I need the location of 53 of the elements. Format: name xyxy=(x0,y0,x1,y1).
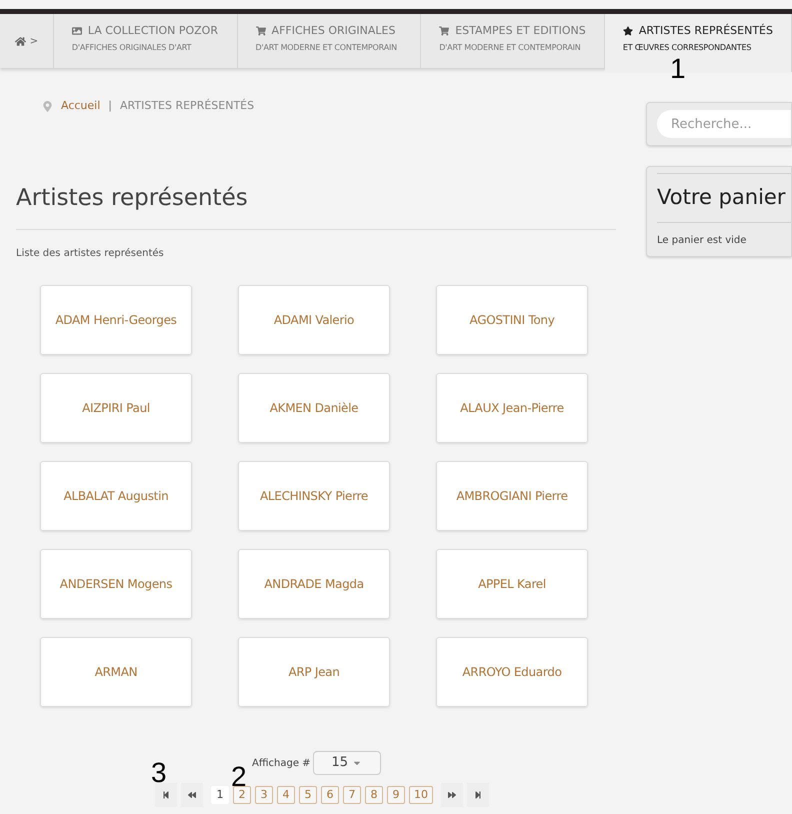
artist-card[interactable]: ALBALAT Augustin xyxy=(40,461,192,531)
location-pin-icon xyxy=(42,100,53,112)
fast-forward-icon xyxy=(448,791,456,799)
rewind-icon xyxy=(188,791,196,799)
artist-card[interactable]: ALAUX Jean-Pierre xyxy=(436,373,588,443)
nav-tab[interactable]: AFFICHES ORIGINALES D'ART MODERNE ET CONTEMPORAIN xyxy=(238,14,422,68)
artist-card[interactable]: ARP Jean xyxy=(238,637,390,707)
first-page-icon xyxy=(162,791,170,799)
search-field[interactable]: Recherche... xyxy=(657,110,791,138)
breadcrumb-current: ARTISTES REPRÉSENTÉS xyxy=(120,98,254,114)
previous-page-button[interactable] xyxy=(181,783,203,807)
first-page-button[interactable] xyxy=(155,783,177,807)
artist-card[interactable]: ALECHINSKY Pierre xyxy=(238,461,390,531)
artist-card[interactable]: AGOSTINI Tony xyxy=(436,285,588,355)
next-page-button[interactable] xyxy=(441,783,463,807)
nav-tab[interactable]: LA COLLECTION POZOR D'AFFICHES ORIGINALES D'ART xyxy=(54,14,238,68)
artist-card[interactable]: ARMAN xyxy=(40,637,192,707)
page-link[interactable]: 7 xyxy=(343,786,361,804)
page-link[interactable]: 10 xyxy=(409,786,433,804)
artist-card[interactable]: ANDRADE Magda xyxy=(238,549,390,619)
page-link[interactable]: 8 xyxy=(365,786,383,804)
page-link[interactable]: 2 xyxy=(233,786,251,804)
page-link[interactable]: 4 xyxy=(277,786,295,804)
page-link[interactable]: 3 xyxy=(255,786,273,804)
cart-icon xyxy=(439,26,450,36)
cart-status: Le panier est vide xyxy=(657,234,748,248)
breadcrumb-separator: | xyxy=(108,98,112,114)
page-link[interactable]: 5 xyxy=(299,786,317,804)
star-icon xyxy=(622,26,633,36)
artist-card[interactable]: APPEL Karel xyxy=(436,549,588,619)
artist-card[interactable]: AIZPIRI Paul xyxy=(40,373,192,443)
image-icon xyxy=(72,26,82,36)
home-link[interactable]: > xyxy=(0,14,54,68)
breadcrumb-link[interactable]: Accueil xyxy=(61,98,100,114)
artist-card[interactable]: ANDERSEN Mogens xyxy=(40,549,192,619)
artist-card[interactable]: AMBROGIANI Pierre xyxy=(436,461,588,531)
page-link[interactable]: 9 xyxy=(387,786,405,804)
artist-card[interactable]: ARROYO Eduardo xyxy=(436,637,588,707)
last-page-icon xyxy=(474,791,482,799)
cart-title: Votre panier xyxy=(657,173,791,222)
display-label: Affichage # xyxy=(252,756,311,770)
page-subtitle: Liste des artistes représentés xyxy=(16,247,165,261)
artist-card[interactable]: AKMEN Danièle xyxy=(238,373,390,443)
last-page-button[interactable] xyxy=(467,783,489,807)
page-title: Artistes représentés xyxy=(16,180,616,230)
home-icon xyxy=(14,36,26,46)
annotation-number: 3 xyxy=(151,758,167,788)
page-link[interactable]: 1 xyxy=(211,786,229,804)
page-size-select[interactable]: 15 xyxy=(312,751,381,775)
artist-card[interactable]: ADAM Henri-Georges xyxy=(40,285,192,355)
page-link[interactable]: 6 xyxy=(321,786,339,804)
cart-icon xyxy=(256,26,266,36)
artist-card[interactable]: ADAMI Valerio xyxy=(238,285,390,355)
